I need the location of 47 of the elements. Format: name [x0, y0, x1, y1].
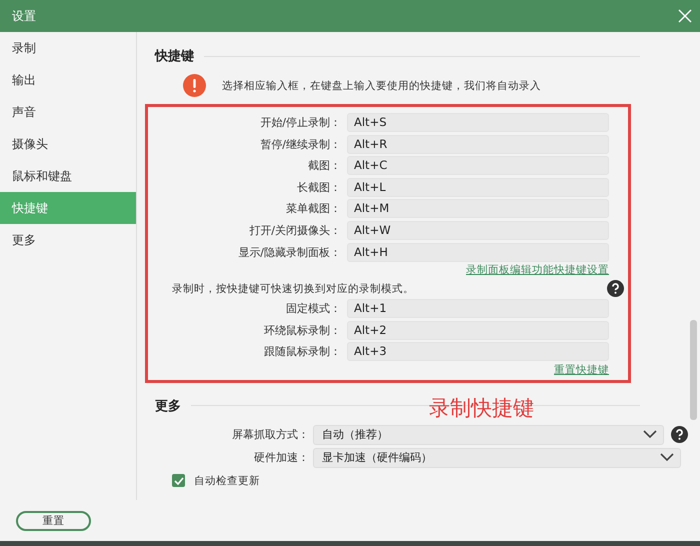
sidebar-item[interactable]: 声音	[0, 96, 136, 128]
annotation-text: 录制快捷键	[429, 395, 534, 422]
shortcut-field[interactable]: Alt+S	[347, 113, 609, 132]
shortcut-label: 固定模式：	[285, 301, 341, 316]
mode-note: 录制时，按快捷键可快速切换到对应的录制模式。	[172, 282, 414, 296]
dropdown[interactable]: 自动（推荐）	[313, 424, 664, 445]
shortcut-label: 长截图：	[296, 180, 341, 195]
setting-label: 硬件加速：	[253, 450, 309, 466]
shortcut-label: 环绕鼠标录制：	[263, 322, 341, 338]
sidebar-item[interactable]: 更多	[0, 224, 136, 256]
reset-shortcuts-link[interactable]: 重置快捷键	[155, 362, 609, 379]
shortcut-field[interactable]: Alt+R	[347, 134, 609, 154]
shortcut-field[interactable]: Alt+L	[347, 178, 609, 197]
scrollbar-thumb[interactable]	[690, 320, 697, 420]
help-icon[interactable]	[671, 426, 688, 444]
checkbox-label: 自动检查更新	[194, 474, 260, 488]
shortcut-label: 暂停/继续录制：	[259, 136, 341, 152]
shortcut-field[interactable]: Alt+H	[347, 242, 609, 262]
sidebar-item[interactable]: 鼠标和键盘	[0, 160, 136, 192]
panel-shortcut-link[interactable]: 录制面板编辑功能快捷键设置	[155, 263, 609, 280]
sidebar-item[interactable]: 录制	[0, 32, 136, 64]
shortcut-field[interactable]: Alt+2	[347, 320, 609, 340]
shortcut-field[interactable]: Alt+3	[347, 342, 609, 362]
sidebar-item[interactable]: 摄像头	[0, 128, 136, 160]
dropdown[interactable]: 显卡加速（硬件编码）	[313, 448, 681, 468]
shortcut-label: 菜单截图：	[285, 201, 341, 216]
sidebar-item[interactable]: 输出	[0, 64, 136, 96]
shortcut-field[interactable]: Alt+M	[347, 199, 609, 218]
checkbox[interactable]	[172, 474, 185, 488]
shortcut-field[interactable]: Alt+C	[347, 156, 609, 176]
chevron-icon	[660, 453, 674, 462]
shortcut-label: 开始/停止录制：	[259, 115, 341, 130]
shortcut-field[interactable]: Alt+W	[347, 220, 609, 240]
close-icon[interactable]	[678, 9, 692, 23]
section-heading: 快捷键	[155, 47, 700, 65]
window-title: 设置	[12, 8, 36, 24]
help-icon[interactable]	[607, 280, 624, 298]
setting-label: 屏幕抓取方式：	[231, 427, 309, 442]
shortcut-field[interactable]: Alt+1	[347, 299, 609, 318]
shortcut-label: 跟随鼠标录制：	[263, 344, 341, 360]
notice-text: 选择相应输入框，在键盘上输入要使用的快捷键，我们将自动录入	[222, 78, 541, 92]
alert-icon	[183, 74, 206, 97]
chevron-icon	[643, 430, 657, 440]
shortcut-label: 截图：	[307, 158, 341, 174]
shortcut-label: 打开/关闭摄像头：	[248, 222, 341, 238]
reset-button[interactable]: 重置	[16, 510, 91, 530]
shortcut-label: 显示/隐藏录制面板：	[237, 244, 341, 260]
